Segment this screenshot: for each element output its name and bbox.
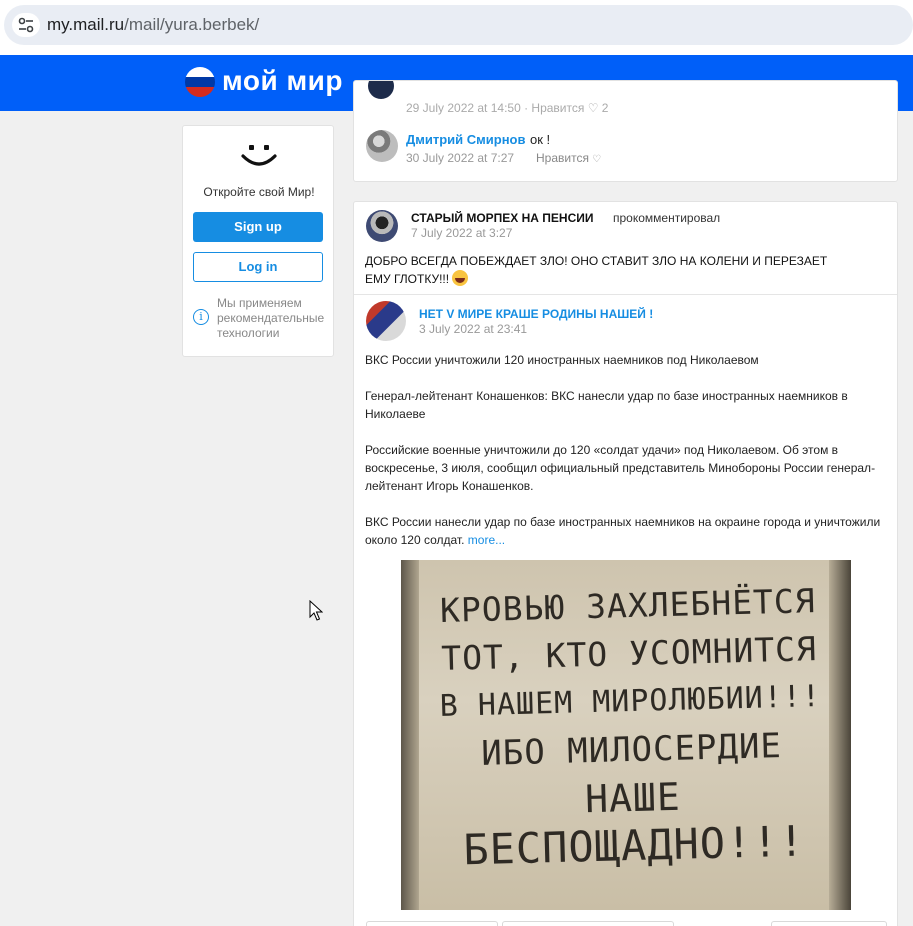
mouse-cursor-icon — [309, 599, 324, 627]
group-name-link[interactable]: НЕТ V МИРЕ КРАШЕ РОДИНЫ НАШЕЙ ! — [419, 307, 653, 321]
log-in-button[interactable]: Log in — [193, 252, 323, 282]
comment-date: 30 July 2022 at 7:27 — [406, 151, 515, 165]
sign-up-button[interactable]: Sign up — [193, 212, 323, 242]
comment-author-link[interactable]: Дмитрий Смирнов — [406, 132, 526, 147]
post-paragraph: Генерал-лейтенант Конашенков: ВКС нанесл… — [365, 389, 848, 421]
post-paragraph-last: ВКС России нанесли удар по базе иностран… — [365, 513, 885, 549]
site-settings-icon[interactable] — [12, 13, 40, 37]
actor-action: прокомментировал — [613, 211, 721, 225]
signup-promo-card: Откройте свой Мир! Sign up Log in i Мы п… — [182, 125, 334, 357]
url-text[interactable]: my.mail.ru/mail/yura.berbek/ — [47, 15, 259, 35]
graffiti-line: БЕСПОЩАДНО!!! — [462, 816, 806, 875]
actor-name-link[interactable]: СТАРЫЙ МОРПЕХ НА ПЕНСИИ — [411, 211, 594, 225]
like-label: Нравится — [536, 151, 589, 165]
promo-text: Откройте свой Мир! — [203, 185, 315, 199]
info-line-3: технологии — [217, 326, 280, 340]
comment-body: ДОБРО ВСЕГДА ПОБЕЖДАЕТ ЗЛО! ОНО СТАВИТ З… — [365, 252, 885, 288]
site-logo[interactable]: мой мир — [222, 65, 343, 97]
post-date[interactable]: 3 July 2022 at 23:41 — [419, 322, 527, 336]
url-host: my.mail.ru — [47, 15, 125, 34]
feed-item-card: СТАРЫЙ МОРПЕХ НА ПЕНСИИ прокомментировал… — [353, 201, 898, 926]
more-link[interactable]: more... — [468, 533, 505, 547]
info-line-2: рекомендательные — [217, 311, 325, 325]
clipped-comment-meta: 29 July 2022 at 14:50 · Нравится ♡ 2 — [406, 101, 609, 115]
comment-text: ок ! — [530, 132, 551, 147]
post-image[interactable]: КРОВЬЮ ЗАХЛЕБНЁТСЯ ТОТ, КТО УСОМНИТСЯ В … — [401, 560, 851, 910]
image-graffiti-text: КРОВЬЮ ЗАХЛЕБНЁТСЯ ТОТ, КТО УСОМНИТСЯ В … — [417, 577, 844, 876]
previous-post-card: 29 July 2022 at 14:50 · Нравится ♡ 2 Дми… — [353, 80, 898, 182]
post-paragraph-text: ВКС России нанесли удар по базе иностран… — [365, 515, 881, 547]
avatar[interactable] — [366, 210, 398, 242]
address-bar[interactable]: my.mail.ru/mail/yura.berbek/ — [4, 5, 913, 45]
recommendation-info-text[interactable]: Мы применяем рекомендательные технологии — [217, 296, 324, 341]
russian-flag-logo-icon[interactable] — [185, 67, 215, 97]
action-button[interactable] — [502, 921, 674, 926]
url-path: /mail/yura.berbek/ — [124, 15, 260, 34]
avatar[interactable] — [366, 130, 398, 162]
action-button[interactable] — [366, 921, 498, 926]
info-line-1: Мы применяем — [217, 296, 302, 310]
info-icon[interactable]: i — [193, 309, 209, 325]
browser-toolbar: my.mail.ru/mail/yura.berbek/ — [0, 0, 913, 55]
heart-icon: ♡ — [592, 154, 602, 165]
avatar[interactable] — [368, 81, 394, 99]
group-avatar[interactable] — [366, 301, 406, 341]
action-button[interactable] — [771, 921, 887, 926]
post-paragraph: ВКС России уничтожили 120 иностранных на… — [365, 353, 759, 367]
post-paragraph: Российские военные уничтожили до 120 «со… — [365, 443, 876, 493]
comment-line-1: ДОБРО ВСЕГДА ПОБЕЖДАЕТ ЗЛО! ОНО СТАВИТ З… — [365, 254, 828, 268]
comment-line-2: ЕМУ ГЛОТКУ!!! — [365, 272, 450, 286]
smile-icon — [240, 142, 278, 175]
like-button[interactable]: Нравится ♡ — [536, 151, 601, 165]
image-shadow-left — [401, 560, 419, 910]
divider — [354, 294, 897, 295]
grinning-emoji-icon — [452, 270, 469, 286]
feed-item-date[interactable]: 7 July 2022 at 3:27 — [411, 226, 512, 240]
